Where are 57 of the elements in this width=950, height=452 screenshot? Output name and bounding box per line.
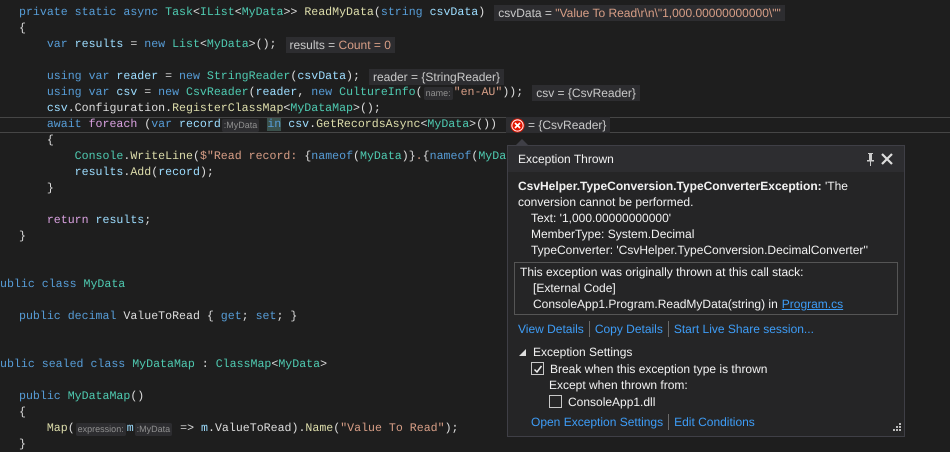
stack-frame: ConsoleApp1.Program.ReadMyData(string) in bbox=[533, 296, 778, 312]
type-hint: :MyData bbox=[134, 422, 172, 436]
code-text: } bbox=[19, 229, 26, 245]
code-text: in csv.GetRecordsAsync<MyData>()) bbox=[266, 117, 498, 133]
settings-link[interactable]: Open Exception Settings bbox=[531, 414, 664, 430]
code-text: } bbox=[46, 181, 54, 197]
close-button[interactable] bbox=[878, 153, 896, 165]
code-text: await foreach (var record bbox=[46, 117, 221, 133]
settings-link[interactable]: Edit Conditions bbox=[674, 414, 755, 430]
exception-message: CsvHelper.TypeConversion.TypeConverterException: 'The conversion cannot be performed. bbox=[518, 178, 849, 210]
action-link[interactable]: Start Live Share session... bbox=[674, 321, 814, 337]
code-text: { bbox=[19, 405, 26, 421]
expanded-triangle-icon[interactable] bbox=[518, 348, 527, 356]
resize-grip-icon[interactable] bbox=[891, 423, 901, 433]
action-link[interactable]: Copy Details bbox=[594, 321, 663, 337]
call-stack-heading: This exception was originally thrown at this call stack: bbox=[520, 264, 804, 280]
exception-detail: MemberType: System.Decimal bbox=[530, 226, 696, 242]
checkbox[interactable] bbox=[549, 395, 562, 408]
code-text: m bbox=[126, 421, 134, 437]
code-text: public decimal ValueToRead { get; set; } bbox=[19, 309, 298, 325]
checkbox-label[interactable]: Break when this exception type is thrown bbox=[550, 360, 768, 376]
code-text: csv.Configuration.RegisterClassMap<MyDataMap>(); bbox=[46, 101, 381, 117]
checkbox-label[interactable]: ConsoleApp1.dll bbox=[568, 394, 656, 410]
code-text: { bbox=[46, 133, 54, 149]
action-link[interactable]: View Details bbox=[518, 321, 584, 337]
stack-frame: [External Code] bbox=[533, 280, 616, 296]
code-text: using var reader = new StringReader(csvData); bbox=[46, 69, 360, 85]
settings-label: Except when thrown from: bbox=[548, 377, 689, 393]
code-text: using var csv = new CsvReader(reader, new CultureInfo( bbox=[46, 85, 423, 101]
section-header[interactable]: Exception Settings bbox=[533, 344, 632, 360]
code-text: private static async Task<IList<MyData>> ReadMyData(string csvData) bbox=[19, 5, 486, 21]
debug-datatip[interactable]: results = Count = 0 bbox=[286, 37, 395, 53]
code-text: => m.ValueToRead).Name("Value To Read"); bbox=[179, 421, 459, 437]
code-text: "en-AU")); bbox=[454, 85, 524, 101]
code-text: return results; bbox=[46, 213, 152, 229]
popup-title: Exception Thrown bbox=[518, 151, 615, 167]
parameter-hint: name: bbox=[424, 86, 453, 100]
debug-datatip[interactable]: csvData = "Value To Read\r\n\"1,000.00000000000\"" bbox=[494, 5, 785, 21]
code-text: var results = new List<MyData>(); bbox=[46, 37, 276, 53]
checkbox[interactable] bbox=[531, 362, 544, 375]
code-text: results.Add(record); bbox=[74, 165, 214, 181]
source-link[interactable]: Program.cs bbox=[782, 296, 844, 312]
code-text: ublic sealed class MyDataMap : ClassMap<MyData> bbox=[0, 357, 328, 373]
code-text: Map( bbox=[46, 421, 75, 437]
debug-datatip[interactable]: reader = {StringReader} bbox=[368, 69, 504, 85]
code-text: Console.WriteLine($"Read record: {nameof(MyData)}.{nameof(MyDa bbox=[74, 149, 506, 165]
code-text: public MyDataMap() bbox=[19, 389, 144, 405]
debug-datatip[interactable]: = {CsvReader} bbox=[506, 117, 610, 133]
exception-detail: TypeConverter: 'CsvHelper.TypeConversion.DecimalConverter'' bbox=[530, 242, 870, 258]
code-text: { bbox=[19, 21, 26, 37]
type-hint: :MyData bbox=[222, 118, 260, 132]
exception-detail: Text: '1,000.00000000000' bbox=[530, 210, 672, 226]
error-icon bbox=[510, 118, 526, 132]
parameter-hint: expression: bbox=[76, 422, 126, 436]
code-text: ublic class MyData bbox=[0, 277, 126, 293]
debug-datatip[interactable]: csv = {CsvReader} bbox=[532, 85, 640, 101]
code-text: } bbox=[19, 437, 26, 452]
